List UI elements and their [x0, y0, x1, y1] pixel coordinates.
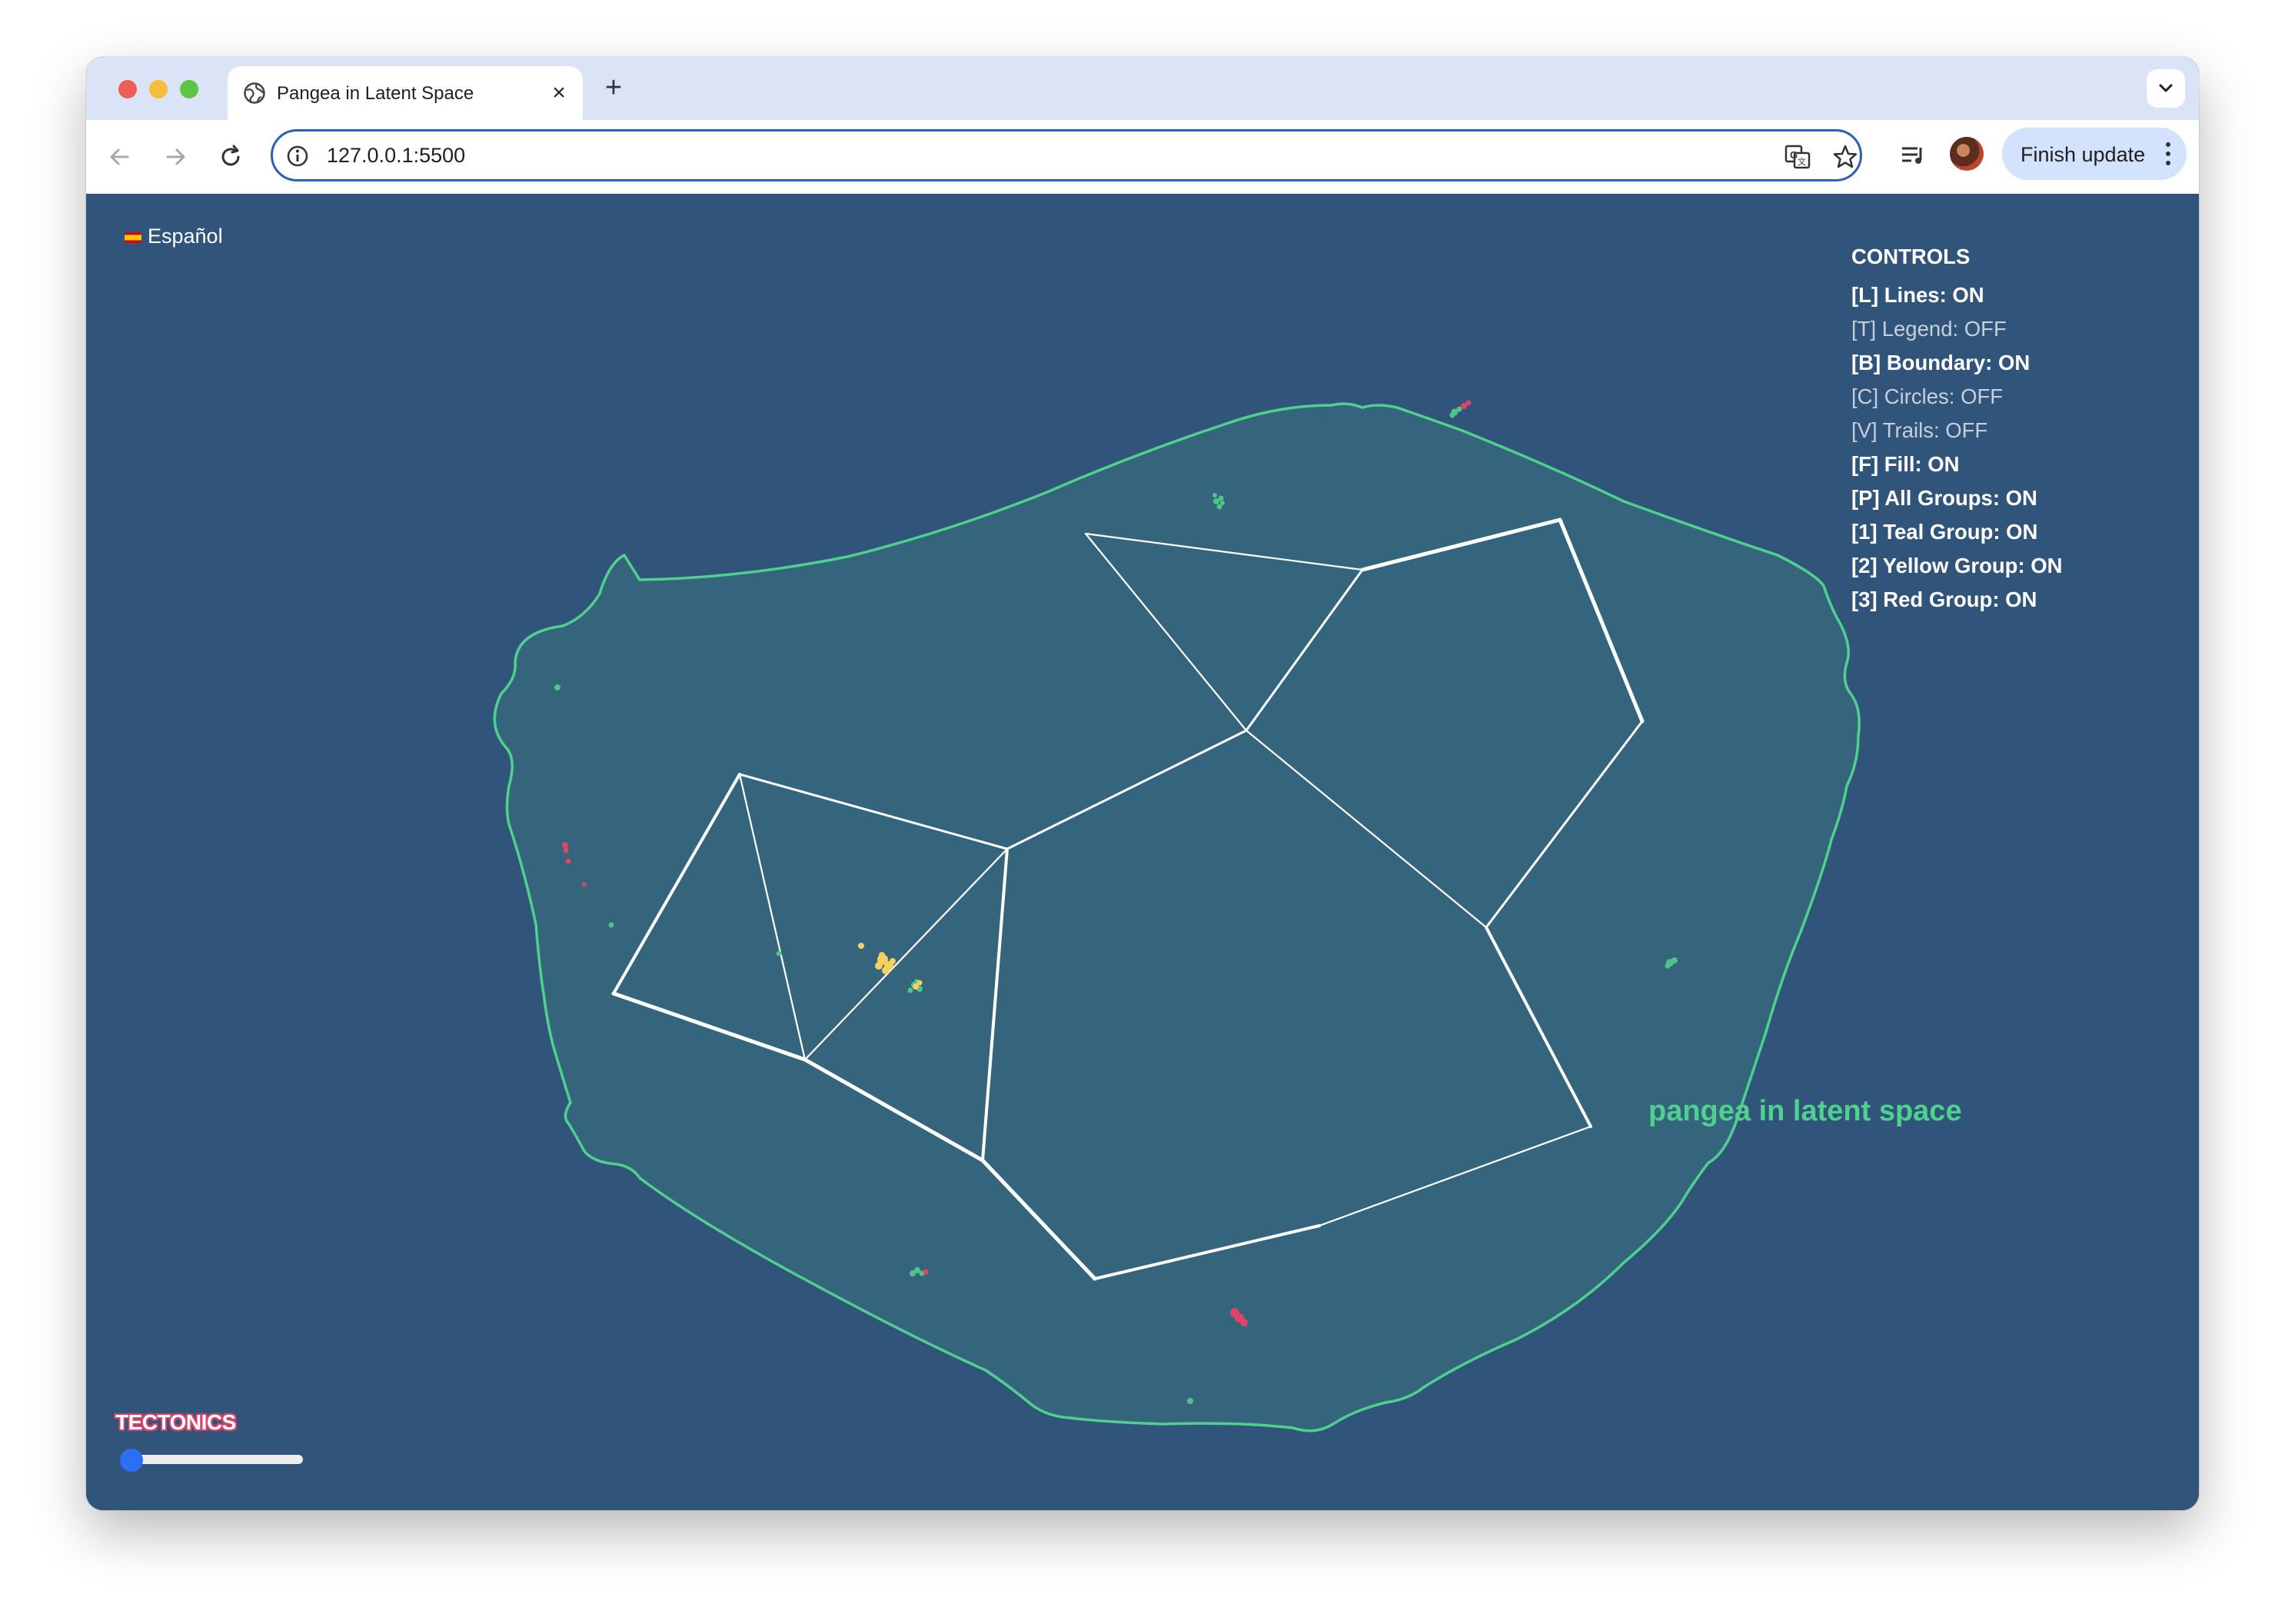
language-toggle[interactable]: Español — [125, 225, 223, 248]
control-yellow-group[interactable]: [2] Yellow Group: ON — [1851, 549, 2063, 583]
control-all-groups[interactable]: [P] All Groups: ON — [1851, 481, 2063, 515]
close-tab-icon[interactable]: × — [547, 82, 570, 105]
control-boundary[interactable]: [B] Boundary: ON — [1851, 346, 2063, 380]
media-controls-icon[interactable] — [1896, 138, 1930, 172]
control-fill[interactable]: [F] Fill: ON — [1851, 448, 2063, 481]
svg-text:G: G — [1790, 149, 1798, 161]
tectonics-slider-track[interactable] — [121, 1455, 303, 1464]
finish-update-button[interactable]: Finish update — [2002, 128, 2187, 180]
control-circles[interactable]: [C] Circles: OFF — [1851, 380, 2063, 414]
tectonics-slider-thumb[interactable] — [120, 1449, 143, 1472]
controls-heading: CONTROLS — [1851, 245, 1971, 268]
language-label: Español — [148, 225, 223, 248]
map-title-label: pangea in latent space — [1648, 1095, 1962, 1127]
control-lines[interactable]: [L] Lines: ON — [1851, 278, 2063, 312]
close-window-button[interactable] — [118, 80, 137, 98]
control-legend[interactable]: [T] Legend: OFF — [1851, 312, 2063, 346]
reload-icon[interactable] — [215, 141, 246, 172]
maximize-window-button[interactable] — [180, 80, 198, 98]
browser-window: Pangea in Latent Space × + 127.0.0.1:550… — [86, 57, 2199, 1510]
svg-text:文: 文 — [1798, 156, 1806, 167]
page-canvas[interactable]: Español CONTROLS [L] Lines: ON [T] Legen… — [86, 194, 2199, 1510]
url-text: 127.0.0.1:5500 — [327, 144, 466, 167]
control-teal-group[interactable]: [1] Teal Group: ON — [1851, 515, 2063, 549]
tab-title: Pangea in Latent Space — [277, 83, 474, 104]
translate-icon[interactable]: G 文 — [1783, 142, 1812, 171]
minimize-window-button[interactable] — [149, 80, 168, 98]
pangea-landmass — [493, 402, 1861, 1433]
back-arrow-icon[interactable] — [105, 141, 135, 172]
tab-pangea[interactable]: Pangea in Latent Space × — [228, 66, 583, 120]
site-info-icon[interactable] — [285, 144, 310, 168]
new-tab-button[interactable]: + — [600, 73, 627, 102]
control-red-group[interactable]: [3] Red Group: ON — [1851, 583, 2063, 617]
browser-toolbar: 127.0.0.1:5500 G 文 Finish update — [86, 120, 2199, 195]
control-trails[interactable]: [V] Trails: OFF — [1851, 414, 2063, 448]
chevron-down-icon — [2159, 84, 2173, 92]
tab-strip: Pangea in Latent Space × + — [86, 57, 2199, 120]
tab-search-button[interactable] — [2147, 69, 2185, 108]
controls-panel: CONTROLS [L] Lines: ON [T] Legend: OFF [… — [1851, 241, 2063, 617]
bookmark-star-icon[interactable] — [1831, 142, 1860, 171]
finish-update-label: Finish update — [2021, 143, 2146, 166]
globe-icon — [244, 82, 265, 104]
spain-flag-icon — [125, 231, 141, 243]
address-bar[interactable]: 127.0.0.1:5500 G 文 — [271, 129, 1862, 181]
forward-arrow-icon[interactable] — [160, 141, 191, 172]
more-options-icon[interactable] — [2164, 138, 2173, 169]
profile-avatar[interactable] — [1950, 137, 1984, 171]
tectonics-label: TECTONICS — [115, 1410, 236, 1434]
